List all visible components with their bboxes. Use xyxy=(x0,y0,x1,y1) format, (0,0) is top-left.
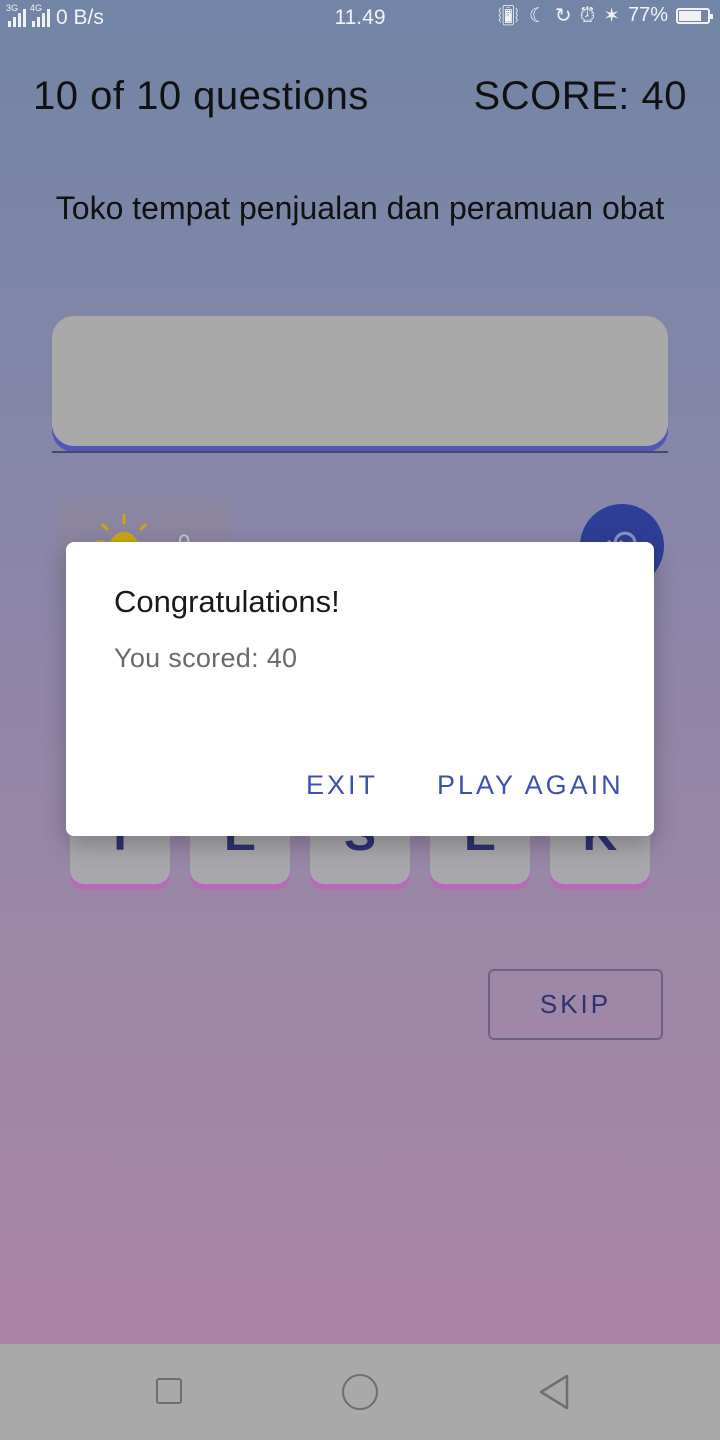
recents-icon[interactable] xyxy=(156,1378,182,1404)
dialog-title: Congratulations! xyxy=(114,584,340,619)
quiz-screen: 3G 4G 0 B/s 11.49 📳︎ ☾ ↻ ⏰︎ ✶ 77% 10 of … xyxy=(0,0,720,1344)
play-again-button[interactable]: PLAY AGAIN xyxy=(437,770,624,801)
result-dialog: Congratulations! You scored: 40 EXIT PLA… xyxy=(66,542,654,836)
home-icon[interactable] xyxy=(342,1374,378,1410)
dialog-message: You scored: 40 xyxy=(114,643,298,673)
back-icon[interactable] xyxy=(536,1372,572,1412)
navigation-bar xyxy=(0,1344,720,1440)
exit-button[interactable]: EXIT xyxy=(306,770,378,801)
